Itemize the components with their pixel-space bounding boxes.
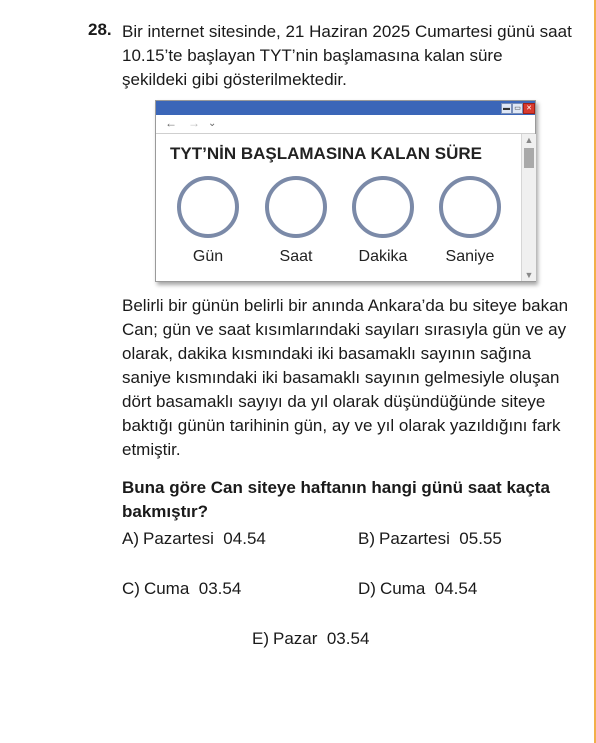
- question-intro: Bir internet sitesinde, 21 Haziran 2025 …: [122, 22, 572, 89]
- option-text: Pazartesi 05.55: [379, 529, 502, 548]
- option-c[interactable]: C) Cuma 03.54: [122, 579, 241, 599]
- countdown-unit-saniye: Saniye: [432, 176, 508, 268]
- option-a[interactable]: A) Pazartesi 04.54: [122, 529, 266, 549]
- option-letter: A): [122, 529, 139, 548]
- option-text: Cuma 03.54: [143, 579, 242, 598]
- countdown-label: Saat: [279, 248, 313, 265]
- countdown-ring: [352, 176, 414, 238]
- browser-window: ▬ ▭ ✕ ← → ⌄ TYT’NİN BAŞLAMASINA KALAN SÜ…: [155, 100, 536, 282]
- option-letter: C): [122, 579, 140, 598]
- minimize-icon[interactable]: ▬: [501, 103, 512, 114]
- countdown-ring: [439, 176, 501, 238]
- scroll-down-icon[interactable]: ▼: [522, 269, 536, 281]
- option-e[interactable]: E) Pazar 03.54: [252, 629, 369, 649]
- option-letter: E): [252, 629, 269, 648]
- question-number: 28.: [88, 20, 112, 39]
- countdown-panel: TYT’NİN BAŞLAMASINA KALAN SÜRE Gün Saat …: [156, 134, 521, 281]
- scroll-up-icon[interactable]: ▲: [522, 134, 536, 146]
- option-d[interactable]: D) Cuma 04.54: [358, 579, 477, 599]
- countdown-unit-dakika: Dakika: [345, 176, 421, 268]
- option-letter: D): [358, 579, 376, 598]
- maximize-icon[interactable]: ▭: [512, 103, 523, 114]
- option-text: Pazartesi 04.54: [143, 529, 266, 548]
- chevron-down-icon[interactable]: ⌄: [208, 118, 216, 129]
- vertical-scrollbar[interactable]: ▲ ▼: [521, 134, 536, 281]
- countdown-unit-gun: Gün: [170, 176, 246, 268]
- option-b[interactable]: B) Pazartesi 05.55: [358, 529, 502, 549]
- question-paragraph: Belirli bir günün belirli bir anında Ank…: [122, 296, 569, 459]
- forward-arrow-icon[interactable]: →: [188, 116, 200, 130]
- option-text: Pazar 03.54: [273, 629, 370, 648]
- countdown-ring: [177, 176, 239, 238]
- close-icon[interactable]: ✕: [523, 103, 535, 114]
- countdown-title: TYT’NİN BAŞLAMASINA KALAN SÜRE: [170, 144, 482, 163]
- option-letter: B): [358, 529, 375, 548]
- browser-navbar: ← → ⌄: [156, 115, 535, 134]
- countdown-label: Dakika: [358, 248, 408, 265]
- countdown-label: Saniye: [445, 248, 495, 265]
- window-titlebar: ▬ ▭ ✕: [156, 101, 535, 115]
- countdown-ring: [265, 176, 327, 238]
- question-prompt: Buna göre Can siteye haftanın hangi günü…: [122, 478, 550, 521]
- scroll-thumb[interactable]: [524, 148, 534, 168]
- countdown-unit-saat: Saat: [258, 176, 334, 268]
- countdown-label: Gün: [192, 248, 224, 265]
- back-arrow-icon[interactable]: ←: [165, 116, 177, 130]
- option-text: Cuma 04.54: [379, 579, 478, 598]
